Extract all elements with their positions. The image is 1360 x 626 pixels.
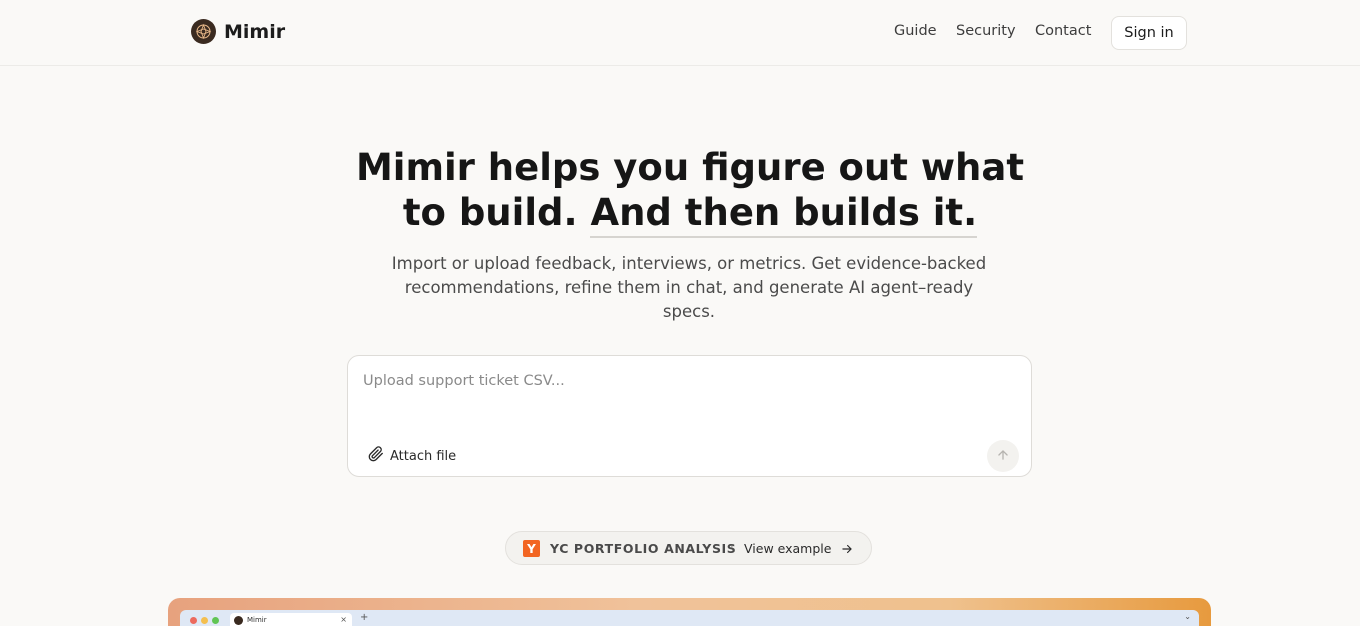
hero-subtitle: Import or upload feedback, interviews, o… <box>391 254 987 321</box>
minimize-dot-icon <box>201 617 208 624</box>
maximize-dot-icon <box>212 617 219 624</box>
send-button[interactable] <box>987 440 1019 472</box>
attach-file-label: Attach file <box>390 448 457 464</box>
arrow-up-icon <box>996 447 1010 466</box>
prompt-composer: Attach file <box>347 355 1032 477</box>
nav-security-link[interactable]: Security <box>956 23 1016 39</box>
sign-in-button[interactable]: Sign in <box>1111 16 1187 50</box>
mimir-logo-icon <box>191 19 216 44</box>
tab-logo-icon <box>234 615 243 625</box>
browser-window-preview: Mimir × + ⌄ <box>180 610 1199 626</box>
example-label: YC PORTFOLIO ANALYSIS <box>550 541 737 556</box>
view-example-link[interactable]: View example <box>744 541 831 556</box>
attach-file-button[interactable]: Attach file <box>368 446 456 466</box>
prompt-input[interactable] <box>363 370 963 392</box>
tab-close-icon: × <box>340 615 347 624</box>
example-link-pill[interactable]: Y YC PORTFOLIO ANALYSIS · View example <box>505 531 872 565</box>
hero-title-emphasis: And then builds it. <box>590 191 978 238</box>
separator-dot: · <box>730 540 734 554</box>
nav-guide-link[interactable]: Guide <box>894 23 937 39</box>
paperclip-icon <box>368 446 390 466</box>
yc-logo-icon: Y <box>523 540 540 557</box>
arrow-right-icon <box>840 541 854 560</box>
tab-title: Mimir <box>247 616 267 624</box>
app-preview-frame: Mimir × + ⌄ <box>168 598 1211 626</box>
nav-contact-link[interactable]: Contact <box>1035 23 1091 39</box>
brand[interactable]: Mimir <box>191 19 285 44</box>
site-header: Mimir Guide Security Contact Sign in <box>0 0 1360 66</box>
brand-name: Mimir <box>224 20 286 43</box>
hero-title: Mimir helps you figure out what to build… <box>340 145 1040 238</box>
close-dot-icon <box>190 617 197 624</box>
chevron-down-icon: ⌄ <box>1184 612 1191 621</box>
browser-tab: Mimir × <box>230 613 352 626</box>
new-tab-icon: + <box>360 612 369 623</box>
